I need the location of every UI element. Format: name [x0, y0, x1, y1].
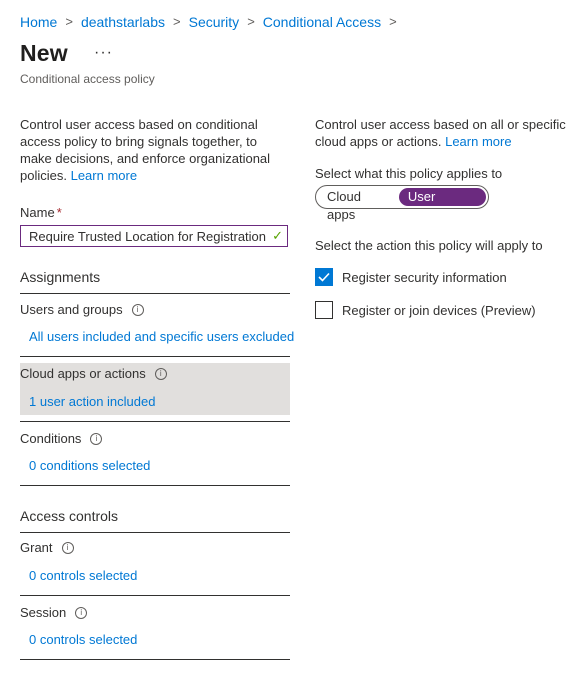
info-icon[interactable]: i: [75, 606, 88, 619]
checkmark-icon: ✓: [272, 228, 283, 243]
name-label-text: Name: [20, 205, 55, 220]
option-register-security-info: Register security information: [315, 268, 507, 286]
checkbox-register-security-info[interactable]: [315, 268, 333, 286]
breadcrumb: Home > deathstarlabs > Security > Condit…: [20, 13, 405, 31]
page-subtitle: Conditional access policy: [20, 72, 155, 86]
breadcrumb-home[interactable]: Home: [20, 13, 57, 31]
action-label: Select the action this policy will apply…: [315, 238, 543, 253]
divider: [20, 485, 290, 486]
applies-to-label: Select what this policy applies to: [315, 166, 503, 181]
applies-to-toggle: Cloud apps User actions: [315, 185, 489, 222]
right-intro-text: Control user access based on all or spec…: [315, 117, 566, 149]
breadcrumb-conditional-access[interactable]: Conditional Access: [263, 13, 381, 31]
option-register-join-devices: Register or join devices (Preview): [315, 301, 536, 319]
chevron-right-icon: >: [389, 14, 397, 29]
required-indicator: *: [56, 205, 62, 220]
grant-text: Grant: [20, 540, 53, 555]
session-value-link[interactable]: 0 controls selected: [29, 632, 137, 647]
users-groups-label[interactable]: Users and groups i: [20, 302, 144, 317]
conditions-label[interactable]: Conditions i: [20, 431, 103, 446]
divider: [20, 356, 290, 357]
right-intro: Control user access based on all or spec…: [315, 116, 570, 150]
divider: [20, 293, 290, 294]
page-title: New: [20, 40, 68, 66]
checkbox-register-join-devices[interactable]: [315, 301, 333, 319]
divider: [20, 421, 290, 422]
left-intro: Control user access based on conditional…: [20, 116, 275, 184]
session-text: Session: [20, 605, 67, 620]
option-label: Register or join devices (Preview): [342, 302, 536, 318]
assignments-heading: Assignments: [20, 269, 101, 285]
name-label: Name *: [20, 205, 62, 220]
option-label: Register security information: [342, 269, 507, 285]
chevron-right-icon: >: [173, 14, 181, 29]
page: Home > deathstarlabs > Security > Condit…: [0, 0, 581, 675]
left-intro-text: Control user access based on conditional…: [20, 117, 271, 183]
info-icon[interactable]: i: [131, 303, 144, 316]
learn-more-link[interactable]: Learn more: [71, 168, 137, 183]
session-label[interactable]: Session i: [20, 605, 88, 620]
learn-more-link[interactable]: Learn more: [445, 134, 511, 149]
conditions-value-link[interactable]: 0 conditions selected: [29, 458, 150, 473]
cloud-apps-label[interactable]: Cloud apps or actions i: [20, 366, 167, 381]
checkmark-icon: [318, 272, 330, 282]
toggle-user-actions[interactable]: User actions: [398, 188, 486, 222]
users-groups-value-link[interactable]: All users included and specific users ex…: [29, 329, 294, 344]
cloud-apps-text: Cloud apps or actions: [20, 366, 146, 381]
toggle-cloud-apps[interactable]: Cloud apps: [318, 188, 399, 222]
breadcrumb-security[interactable]: Security: [189, 13, 240, 31]
chevron-right-icon: >: [65, 14, 73, 29]
name-field[interactable]: [21, 228, 269, 244]
users-groups-text: Users and groups: [20, 302, 123, 317]
chevron-right-icon: >: [247, 14, 255, 29]
divider: [20, 659, 290, 660]
conditions-text: Conditions: [20, 431, 82, 446]
cloud-apps-value-link[interactable]: 1 user action included: [29, 394, 155, 409]
info-icon[interactable]: i: [90, 432, 103, 445]
info-icon[interactable]: i: [61, 541, 74, 554]
divider: [20, 595, 290, 596]
more-options-icon[interactable]: ···: [94, 44, 113, 62]
divider: [20, 532, 290, 533]
grant-value-link[interactable]: 0 controls selected: [29, 568, 137, 583]
breadcrumb-tenant[interactable]: deathstarlabs: [81, 13, 165, 31]
grant-label[interactable]: Grant i: [20, 540, 74, 555]
name-field-wrapper: ✓: [20, 225, 288, 247]
access-controls-heading: Access controls: [20, 508, 119, 524]
info-icon[interactable]: i: [154, 367, 167, 380]
